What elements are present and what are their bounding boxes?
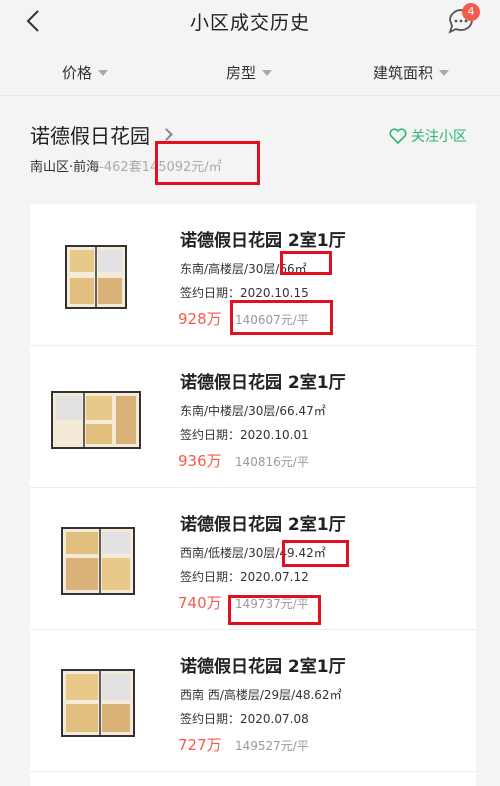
community-units: 462套 bbox=[103, 160, 142, 175]
caret-down-icon bbox=[439, 69, 450, 76]
floor-plan-image bbox=[61, 669, 135, 737]
filter-bar: 价格 房型 建筑面积 bbox=[0, 48, 500, 96]
community-name-link[interactable]: 诺德假日花园 bbox=[30, 120, 173, 149]
list-item[interactable]: 诺德假日花园 2室1厅 西南 西/高楼层/29层/48.62㎡ 签约日期：202… bbox=[30, 630, 476, 772]
heart-icon bbox=[389, 128, 407, 144]
highlight-box bbox=[228, 595, 321, 625]
follow-label: 关注小区 bbox=[411, 129, 467, 145]
highlight-box bbox=[230, 300, 333, 335]
notification-badge: 4 bbox=[462, 3, 480, 21]
listing-price: 936万 bbox=[178, 452, 222, 470]
follow-community-button[interactable]: 关注小区 bbox=[389, 126, 467, 146]
caret-down-icon bbox=[98, 69, 109, 76]
filter-price[interactable]: 价格 bbox=[62, 62, 109, 83]
listing-unit-price: 140816元/平 bbox=[235, 455, 309, 469]
listing-date: 签约日期：2020.07.12 bbox=[180, 570, 309, 584]
floor-plan-image bbox=[65, 245, 127, 309]
floor-plan-image bbox=[51, 391, 141, 449]
listing-title: 诺德假日花园 2室1厅 bbox=[180, 231, 346, 251]
listing-title: 诺德假日花园 2室1厅 bbox=[180, 515, 346, 535]
highlight-box bbox=[280, 251, 332, 275]
filter-area[interactable]: 建筑面积 bbox=[373, 62, 450, 83]
listing-title: 诺德假日花园 2室1厅 bbox=[180, 373, 346, 393]
community-district: 南山区·前海 bbox=[30, 160, 100, 175]
floor-plan-image bbox=[61, 527, 135, 595]
caret-down-icon bbox=[262, 69, 273, 76]
filter-room-type[interactable]: 房型 bbox=[226, 62, 273, 83]
list-item[interactable]: 诺德假日花园 2室1厅 东南/中楼层/30层/66.47㎡ 签约日期：2020.… bbox=[30, 346, 476, 488]
filter-price-label: 价格 bbox=[62, 64, 93, 82]
listing-price: 727万 bbox=[178, 736, 222, 754]
filter-area-label: 建筑面积 bbox=[373, 64, 434, 82]
listing-unit-price: 149527元/平 bbox=[235, 739, 309, 753]
nav-bar: 小区成交历史 4 bbox=[0, 0, 500, 42]
highlight-box bbox=[282, 540, 349, 567]
community-name: 诺德假日花园 bbox=[30, 124, 150, 148]
listing-meta: 东南/中楼层/30层/66.47㎡ bbox=[180, 404, 326, 418]
listing-date: 签约日期：2020.10.01 bbox=[180, 428, 309, 442]
highlight-box bbox=[155, 141, 260, 185]
chevron-right-icon bbox=[160, 128, 173, 141]
listing-date: 签约日期：2020.10.15 bbox=[180, 286, 309, 300]
listing-price: 928万 bbox=[178, 310, 222, 328]
listing-meta: 西南 西/高楼层/29层/48.62㎡ bbox=[180, 688, 342, 702]
listing-price: 740万 bbox=[178, 594, 222, 612]
listing-title: 诺德假日花园 2室1厅 bbox=[180, 657, 346, 677]
filter-room-type-label: 房型 bbox=[226, 64, 257, 82]
listing-date: 签约日期：2020.07.08 bbox=[180, 712, 309, 726]
page-title: 小区成交历史 bbox=[189, 12, 310, 34]
transaction-list: 诺德假日花园 2室1厅 东南/高楼层/30层/66㎡ 签约日期：2020.10.… bbox=[30, 204, 476, 786]
